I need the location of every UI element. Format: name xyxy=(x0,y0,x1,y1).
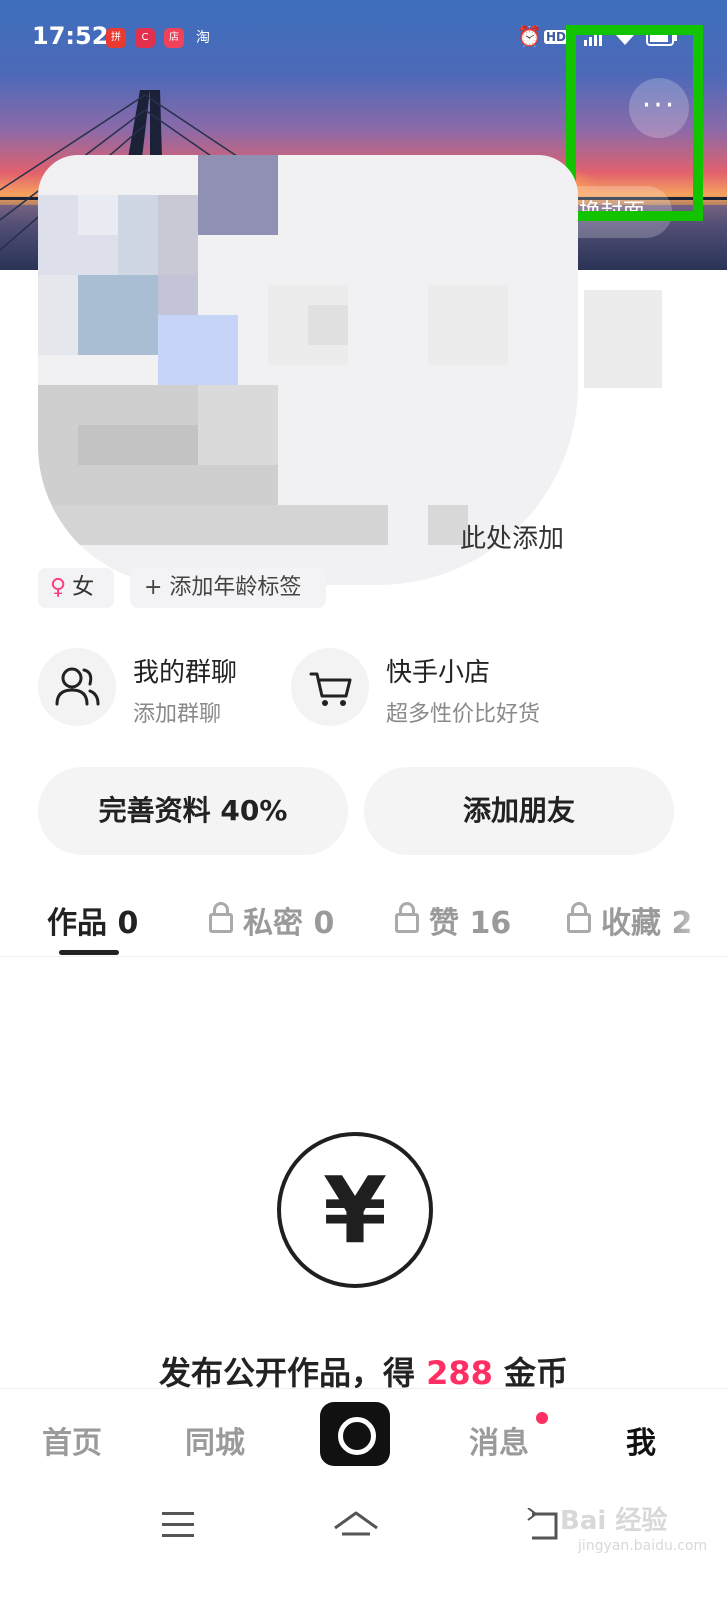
tab-private[interactable]: 私密 0 xyxy=(209,898,334,942)
pinduoduo-app-icon: 拼 xyxy=(106,28,126,48)
menu-icon[interactable] xyxy=(162,1512,194,1545)
pixelated-stat xyxy=(584,290,662,388)
tab-divider xyxy=(0,956,727,957)
group-icon xyxy=(38,648,116,726)
group-chat-entry[interactable]: 我的群聊 添加群聊 xyxy=(38,648,278,728)
tab-private-label: 私密 0 xyxy=(243,906,335,941)
tab-fade-edge xyxy=(670,890,727,940)
tab-likes-label: 赞 16 xyxy=(429,906,512,941)
nav-messages[interactable]: 消息 xyxy=(469,1418,529,1462)
active-tab-indicator xyxy=(59,950,119,955)
kwai-shop-entry[interactable]: 快手小店 超多性价比好货 xyxy=(291,648,591,728)
message-badge-dot xyxy=(536,1412,548,1424)
gender-tag[interactable]: ♀ 女 xyxy=(38,568,114,608)
coin-yuan-icon: ¥ xyxy=(277,1132,433,1288)
home-icon[interactable] xyxy=(332,1508,380,1544)
back-icon[interactable] xyxy=(526,1508,562,1544)
add-friends-button[interactable]: 添加朋友 xyxy=(364,767,674,855)
female-icon: ♀ xyxy=(50,575,67,600)
add-age-tag-label: + 添加年龄标签 xyxy=(144,575,302,600)
hd-icon: HD xyxy=(544,30,569,44)
lock-icon xyxy=(567,901,591,933)
nav-local[interactable]: 同城 xyxy=(185,1418,245,1462)
group-chat-subtitle: 添加群聊 xyxy=(133,702,222,727)
lock-icon xyxy=(209,901,233,933)
create-video-button[interactable] xyxy=(320,1402,390,1466)
tab-works[interactable]: 作品 0 xyxy=(47,898,138,942)
add-age-tag-button[interactable]: + 添加年龄标签 xyxy=(130,568,326,608)
kwai-shop-title: 快手小店 xyxy=(386,658,491,688)
promo-suffix: 金币 xyxy=(492,1354,569,1392)
highlight-annotation-box xyxy=(566,25,703,221)
camera-shutter-icon xyxy=(338,1417,376,1455)
nav-home[interactable]: 首页 xyxy=(42,1418,102,1462)
bio-add-hint[interactable]: 此处添加 xyxy=(460,518,564,555)
cart-icon xyxy=(291,648,369,726)
taobao-app-icon: 淘 xyxy=(196,30,210,46)
lock-icon xyxy=(395,901,419,933)
promo-amount: 288 xyxy=(426,1354,493,1392)
kwai-shop-subtitle: 超多性价比好货 xyxy=(386,702,541,727)
tab-likes[interactable]: 赞 16 xyxy=(395,898,511,942)
nav-me[interactable]: 我 xyxy=(626,1418,656,1462)
complete-profile-button[interactable]: 完善资料 40% xyxy=(38,767,348,855)
gender-label: 女 xyxy=(72,575,95,600)
shop-app-icon: 店 xyxy=(164,28,184,48)
app-c-icon: C xyxy=(135,28,155,48)
promo-prefix: 发布公开作品，得 xyxy=(158,1354,427,1392)
status-time: 17:52 xyxy=(32,22,109,50)
group-chat-title: 我的群聊 xyxy=(133,658,238,688)
baidu-watermark: Bai 经验 xyxy=(560,1506,668,1536)
baidu-watermark-url: jingyan.baidu.com xyxy=(578,1538,708,1554)
alarm-icon: ⏰ xyxy=(517,24,542,48)
